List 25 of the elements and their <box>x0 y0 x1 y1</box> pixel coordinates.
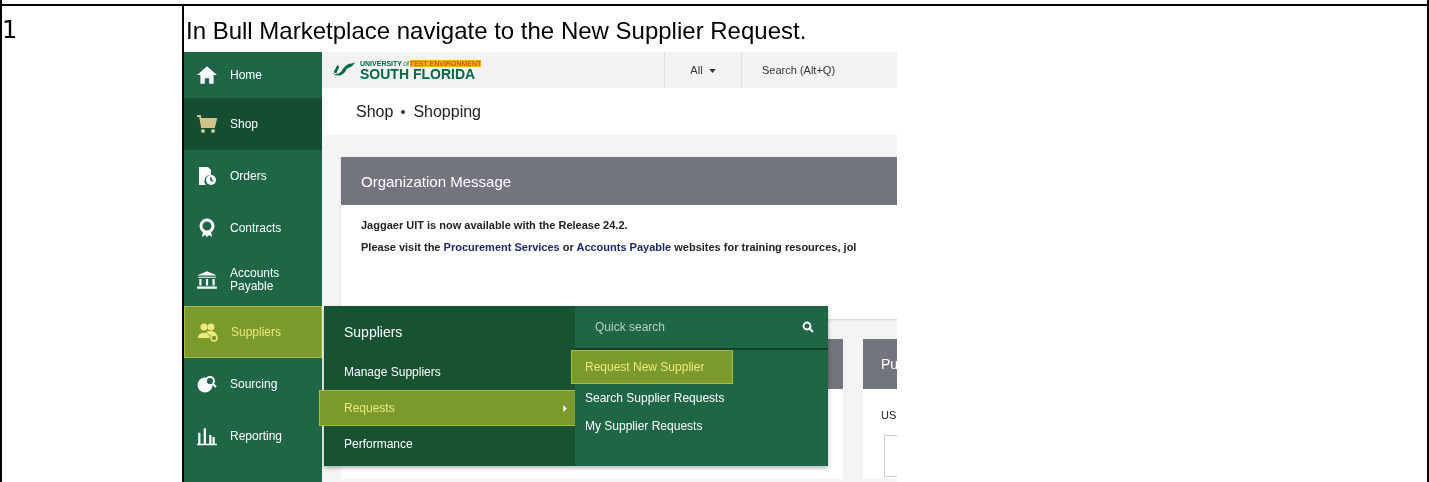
sidebar-item[interactable]: Reporting <box>184 410 322 462</box>
submenu-item[interactable]: Search Supplier Requests <box>575 384 737 412</box>
quick-search-field[interactable]: Quick search <box>593 319 802 335</box>
breadcrumb-current: Shopping <box>413 102 481 121</box>
menu-title: Suppliers <box>343 323 404 342</box>
sidebar-item[interactable]: Shop <box>184 98 322 150</box>
card-title: Organization Message <box>341 157 897 205</box>
message-text: Please visit the Procurement Services or Accounts Payable websites for training resources, jol <box>361 241 858 253</box>
instruction-text: In Bull Marketplace navigate to the New Supplier Request. <box>185 16 808 46</box>
sidebar-item[interactable]: Contracts <box>184 202 322 254</box>
card-title: Pu <box>881 356 897 372</box>
procurement-services-link[interactable]: Procurement Services <box>443 241 560 253</box>
accounts-payable-link[interactable]: Accounts Payable <box>576 241 672 253</box>
logo-name: SOUTH FLORIDA <box>360 66 476 81</box>
search-field[interactable]: Search (Alt+Q) <box>742 52 897 88</box>
sidebar-item[interactable]: Home <box>184 52 322 98</box>
message-text: Jaggaer UIT is now available with the Release 24.2. <box>361 219 629 231</box>
field-label: US <box>880 408 897 421</box>
breadcrumb-link[interactable]: Shop <box>356 102 394 121</box>
menu-item[interactable]: Performance <box>324 426 575 462</box>
submenu-item[interactable]: My Supplier Requests <box>575 412 737 440</box>
sidebar-item[interactable]: Orders <box>184 150 322 202</box>
step-number: 1 <box>2 16 18 44</box>
sidebar-item[interactable]: Sourcing <box>184 358 322 410</box>
sidebar-item[interactable]: Accounts Payable <box>184 254 322 306</box>
